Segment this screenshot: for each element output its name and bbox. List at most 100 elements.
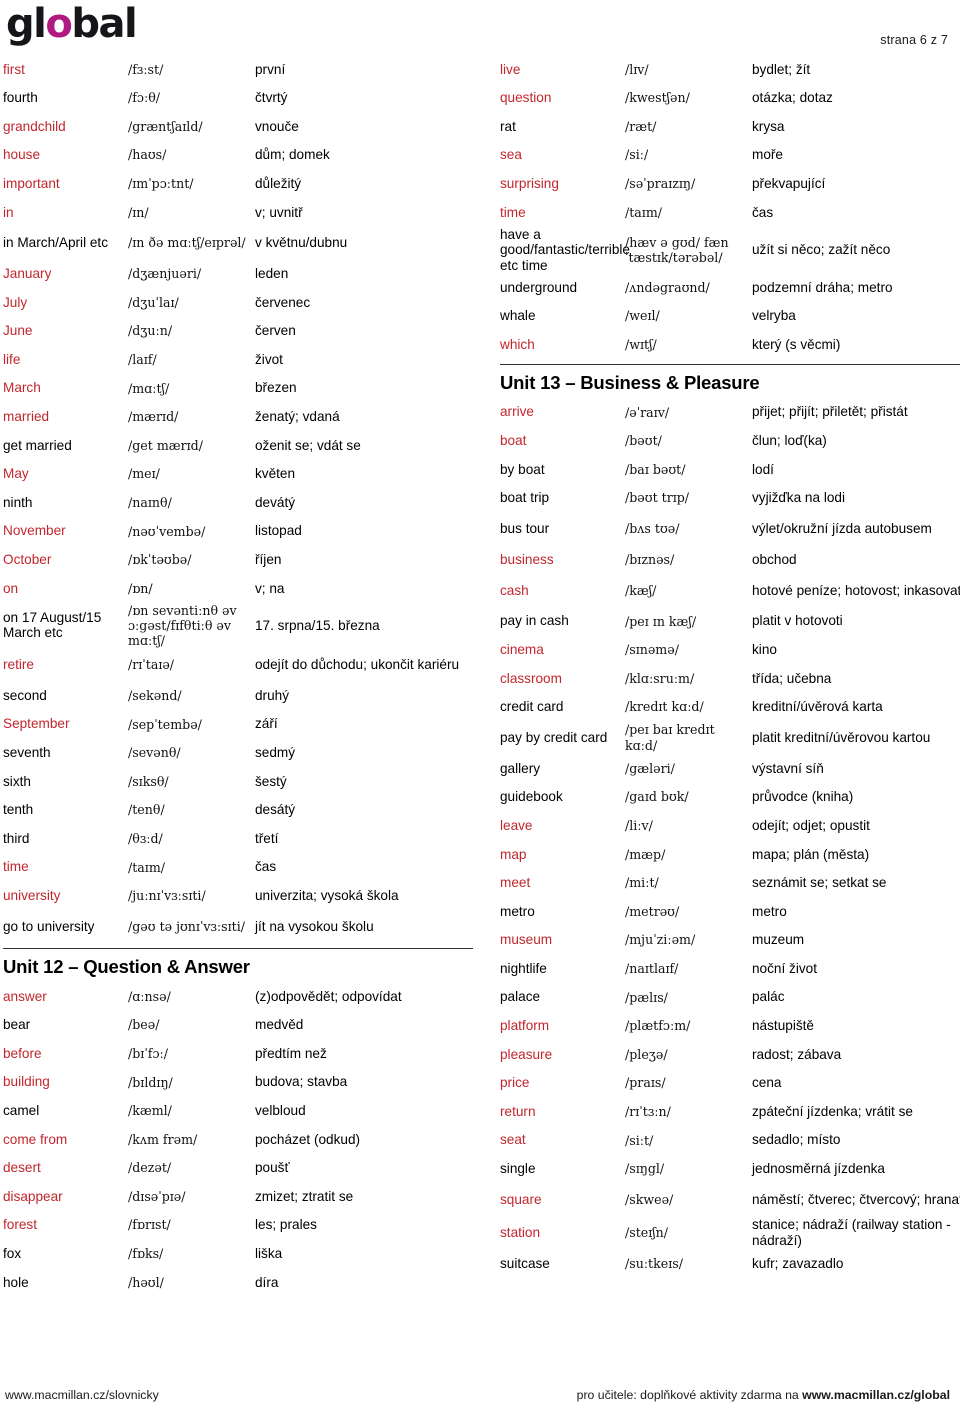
- vocabulary-term: in: [3, 204, 14, 220]
- czech-translation: předtím než: [255, 1045, 327, 1061]
- vocabulary-term: live: [500, 61, 521, 77]
- phonetic-transcription: /pælɪs/: [625, 989, 668, 1005]
- vocabulary-term: tenth: [3, 802, 34, 818]
- vocabulary-row: building/bɪldɪŋ/budova; stavba: [3, 1068, 473, 1097]
- czech-translation: šestý: [255, 773, 287, 789]
- czech-translation: obchod: [752, 551, 797, 567]
- phonetic-transcription: /klɑːsruːm/: [625, 670, 695, 686]
- vocabulary-row: married/mærɪd/ženatý; vdaná: [3, 403, 473, 432]
- vocabulary-row: in March/April etc/ɪn ðə mɑːtʃ/eɪprəl/v …: [3, 227, 473, 260]
- phonetic-transcription: /dʒuˈlaɪ/: [128, 294, 179, 310]
- czech-translation: krysa: [752, 118, 785, 134]
- vocabulary-row: pay in cash/peɪ ɪn kæʃ/platit v hotovoti: [500, 607, 960, 636]
- vocabulary-term: life: [3, 351, 21, 367]
- vocabulary-row: desert/dezət/poušť: [3, 1154, 473, 1183]
- vocabulary-row: camel/kæml/velbloud: [3, 1096, 473, 1125]
- vocabulary-term: classroom: [500, 670, 562, 686]
- phonetic-transcription: /get mærɪd/: [128, 437, 203, 453]
- vocabulary-term: return: [500, 1103, 536, 1119]
- czech-translation: důležitý: [255, 175, 302, 191]
- phonetic-transcription: /dʒænjuəri/: [128, 266, 202, 282]
- phonetic-transcription: /sepˈtembə/: [128, 716, 202, 732]
- footer-note-prefix: pro učitele: doplňkové aktivity zdarma n…: [576, 1388, 803, 1402]
- phonetic-transcription: /weɪl/: [625, 308, 660, 324]
- vocabulary-row: station/steɪʃn/stanice; nádraží (railway…: [500, 1216, 960, 1249]
- phonetic-transcription: /bɪˈfɔː/: [128, 1045, 168, 1061]
- vocabulary-term: whale: [500, 308, 536, 324]
- phonetic-transcription: /gaɪd bʊk/: [625, 789, 689, 805]
- vocabulary-term: single: [500, 1161, 536, 1177]
- phonetic-transcription: /steɪʃn/: [625, 1224, 669, 1240]
- vocabulary-term: grandchild: [3, 118, 66, 134]
- vocabulary-term: pay in cash: [500, 613, 569, 629]
- page-number-label: strana 6 z 7: [880, 33, 948, 47]
- footer-website-link[interactable]: www.macmillan.cz/slovnicky: [5, 1388, 159, 1402]
- footer-note-url[interactable]: www.macmillan.cz/global: [802, 1388, 950, 1402]
- vocabulary-row: cinema/sɪnəmə/kino: [500, 635, 960, 664]
- vocabulary-term: pleasure: [500, 1046, 553, 1062]
- phonetic-transcription: /juːnɪˈvɜːsɪti/: [128, 888, 206, 904]
- phonetic-transcription: /nəʊˈvembə/: [128, 523, 206, 539]
- vocabulary-term: business: [500, 551, 554, 567]
- czech-translation: třída; učebna: [752, 670, 832, 686]
- czech-translation: 17. srpna/15. března: [255, 617, 380, 633]
- vocabulary-row: retire/rɪˈtaɪə/odejít do důchodu; ukonči…: [3, 648, 473, 681]
- vocabulary-term: time: [500, 204, 526, 220]
- vocabulary-term: nightlife: [500, 960, 547, 976]
- vocabulary-term: bear: [3, 1017, 31, 1033]
- czech-translation: zmizet; ztratit se: [255, 1188, 354, 1204]
- czech-translation: přijet; přijít; přiletět; přistát: [752, 404, 908, 420]
- phonetic-transcription: /kʌm frəm/: [128, 1131, 198, 1147]
- vocabulary-term: second: [3, 687, 47, 703]
- phonetic-transcription: /skweə/: [625, 1191, 674, 1207]
- czech-translation: sedadlo; místo: [752, 1132, 841, 1148]
- vocabulary-term: retire: [3, 657, 34, 673]
- phonetic-transcription: /səˈpraɪzɪŋ/: [625, 176, 696, 192]
- vocabulary-row: pay by credit card/peɪ baɪ kredɪt kɑːd/p…: [500, 721, 960, 754]
- phonetic-transcription: /fɜːst/: [128, 61, 164, 77]
- phonetic-transcription: /wɪtʃ/: [625, 336, 657, 352]
- vocabulary-row: January/dʒænjuəri/leden: [3, 260, 473, 289]
- phonetic-transcription: /naɪtlaɪf/: [625, 961, 679, 977]
- vocabulary-row: come from/kʌm frəm/pocházet (odkud): [3, 1125, 473, 1154]
- vocabulary-row: live/lɪv/bydlet; žít: [500, 55, 960, 84]
- vocabulary-term: first: [3, 61, 25, 77]
- czech-translation: kufr; zavazadlo: [752, 1255, 844, 1271]
- vocabulary-row: disappear/dɪsəˈpɪə/zmizet; ztratit se: [3, 1182, 473, 1211]
- vocabulary-term: credit card: [500, 699, 564, 715]
- czech-translation: březen: [255, 380, 297, 396]
- vocabulary-term: go to university: [3, 918, 95, 934]
- vocabulary-row: fox/fɒks/liška: [3, 1239, 473, 1268]
- vocabulary-row: sixth/sɪksθ/šestý: [3, 767, 473, 796]
- vocabulary-row: platform/plætfɔːm/nástupiště: [500, 1012, 960, 1041]
- phonetic-transcription: /dʒuːn/: [128, 323, 173, 339]
- phonetic-transcription: /sekənd/: [128, 687, 182, 703]
- phonetic-transcription: /kæʃ/: [625, 582, 657, 598]
- logo-text-part1: gl: [6, 1, 47, 47]
- vocabulary-row: whale/weɪl/velryba: [500, 302, 960, 331]
- vocabulary-row: second/sekənd/druhý: [3, 681, 473, 710]
- phonetic-transcription: /siːt/: [625, 1132, 654, 1148]
- vocabulary-row: grandchild/græntʃaɪld/vnouče: [3, 112, 473, 141]
- czech-translation: květen: [255, 466, 296, 482]
- vocabulary-row: seat/siːt/sedadlo; místo: [500, 1126, 960, 1155]
- czech-translation: vnouče: [255, 118, 299, 134]
- vocabulary-row: on 17 August/15 March etc/ɒn sevəntiːnθ …: [3, 603, 473, 649]
- czech-translation: čas: [255, 859, 277, 875]
- vocabulary-row: map/mæp/mapa; plán (města): [500, 840, 960, 869]
- vocabulary-row: first/fɜːst/první: [3, 55, 473, 84]
- phonetic-transcription: /kredɪt kɑːd/: [625, 699, 704, 715]
- czech-translation: muzeum: [752, 932, 805, 948]
- vocabulary-row: meet/miːt/seznámit se; setkat se: [500, 869, 960, 898]
- vocabulary-term: cinema: [500, 641, 544, 657]
- czech-translation: červenec: [255, 294, 311, 310]
- czech-translation: leden: [255, 266, 289, 282]
- vocabulary-term: June: [3, 323, 33, 339]
- logo-text-part2: bal: [71, 1, 137, 47]
- czech-translation: nástupiště: [752, 1018, 814, 1034]
- czech-translation: třetí: [255, 830, 279, 846]
- vocabulary-row: single/sɪŋgl/jednosměrná jízdenka: [500, 1155, 960, 1184]
- czech-translation: který (s věcmi): [752, 336, 841, 352]
- czech-translation: náměstí; čtverec; čtvercový; hranatý: [752, 1191, 960, 1207]
- phonetic-transcription: /bəʊt trɪp/: [625, 490, 690, 506]
